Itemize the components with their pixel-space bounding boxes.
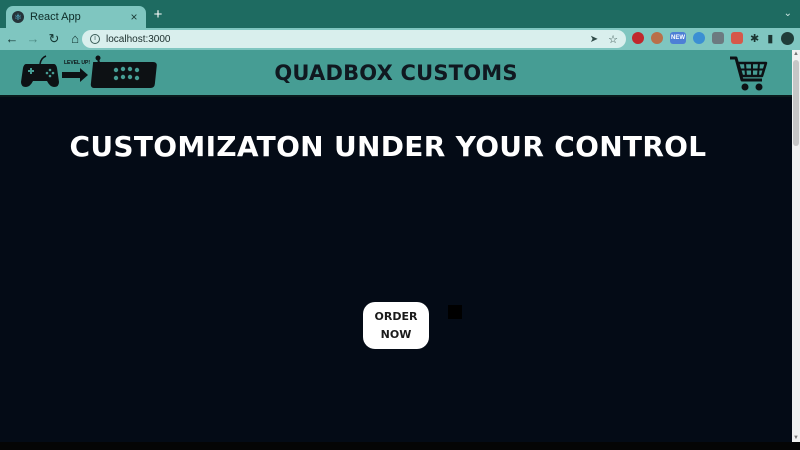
page-viewport: LEVEL UP! QUADBOX CUSTOMS CUSTOMIZATON U… bbox=[0, 50, 792, 442]
address-url[interactable]: localhost:3000 bbox=[106, 34, 590, 45]
monkey-extension-icon[interactable] bbox=[651, 32, 663, 44]
scroll-up-icon[interactable]: ▲ bbox=[792, 50, 800, 58]
new-badge-extension-icon[interactable]: NEW bbox=[670, 32, 686, 44]
address-bar[interactable]: i localhost:3000 ➤ ☆ bbox=[82, 30, 626, 48]
clip-extension-icon[interactable] bbox=[731, 32, 743, 44]
shield-extension-icon[interactable] bbox=[693, 32, 705, 44]
browser-tab[interactable]: ⚛ React App × bbox=[6, 6, 146, 28]
printer-extension-icon[interactable] bbox=[712, 32, 724, 44]
hero-title: CUSTOMIZATON UNDER YOUR CONTROL bbox=[69, 130, 707, 163]
star-icon[interactable]: ☆ bbox=[608, 33, 618, 46]
scroll-down-icon[interactable]: ▼ bbox=[792, 434, 800, 442]
info-icon[interactable]: i bbox=[90, 34, 100, 44]
browser-tabstrip: ⚛ React App × + ⌄ bbox=[0, 0, 800, 28]
reload-icon[interactable]: ↻ bbox=[45, 30, 63, 48]
profile-avatar-icon[interactable] bbox=[781, 31, 795, 45]
order-now-button[interactable]: ORDER NOW bbox=[363, 302, 429, 349]
site-header: LEVEL UP! QUADBOX CUSTOMS bbox=[0, 50, 792, 97]
bottom-strip bbox=[0, 442, 800, 450]
decorative-square bbox=[448, 305, 462, 319]
share-icon[interactable]: ➤ bbox=[590, 34, 598, 45]
forward-arrow-icon[interactable]: → bbox=[24, 30, 42, 48]
extensions-area: NEW ✱ ▮ ⋮ bbox=[632, 31, 800, 45]
tab-search-chevron-icon[interactable]: ⌄ bbox=[784, 8, 792, 19]
scrollbar-thumb[interactable] bbox=[793, 60, 799, 146]
tab-title: React App bbox=[30, 11, 81, 23]
back-arrow-icon[interactable]: ← bbox=[3, 30, 21, 48]
site-title: QUADBOX CUSTOMS bbox=[274, 61, 518, 85]
tab-close-icon[interactable]: × bbox=[128, 10, 140, 24]
page-scrollbar[interactable]: ▲ ▼ bbox=[792, 50, 800, 442]
extensions-icon[interactable]: ✱ bbox=[750, 32, 759, 45]
shopping-cart-icon[interactable] bbox=[728, 54, 770, 94]
react-favicon-icon: ⚛ bbox=[12, 11, 24, 23]
adblock-extension-icon[interactable] bbox=[632, 32, 644, 44]
side-panel-icon[interactable]: ▮ bbox=[767, 32, 773, 45]
browser-toolbar: ← → ↻ ⌂ i localhost:3000 ➤ ☆ NEW ✱ ▮ ⋮ bbox=[0, 28, 800, 50]
new-tab-button[interactable]: + bbox=[150, 7, 166, 23]
